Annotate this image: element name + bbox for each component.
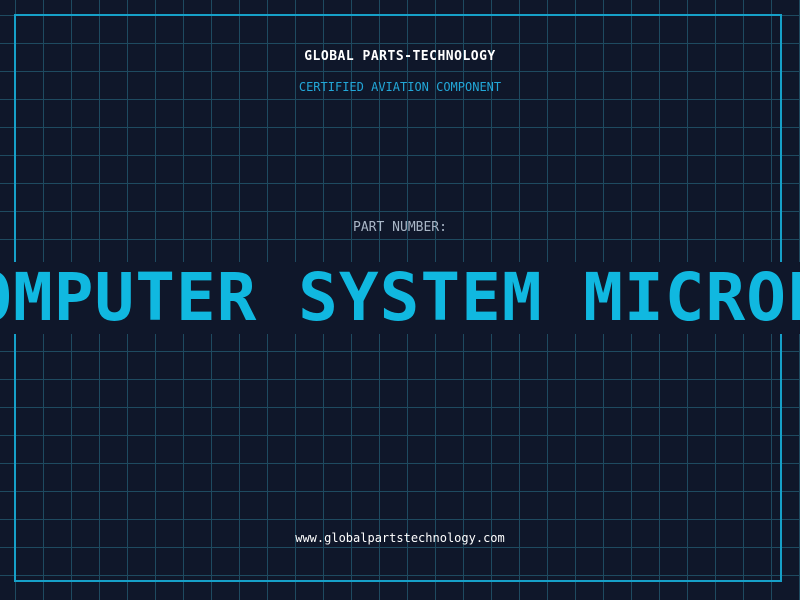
part-number-label: PART NUMBER: [353,220,447,235]
company-name: GLOBAL PARTS-TECHNOLOGY [304,49,496,64]
certification-tagline: CERTIFIED AVIATION COMPONENT [298,80,502,94]
part-name-text: FLIGHT COMPUTER SYSTEM MICROPROCESSOR [0,262,800,334]
website-url: www.globalpartstechnology.com [295,531,505,545]
part-name-band: FLIGHT COMPUTER SYSTEM MICROPROCESSOR [0,262,800,334]
